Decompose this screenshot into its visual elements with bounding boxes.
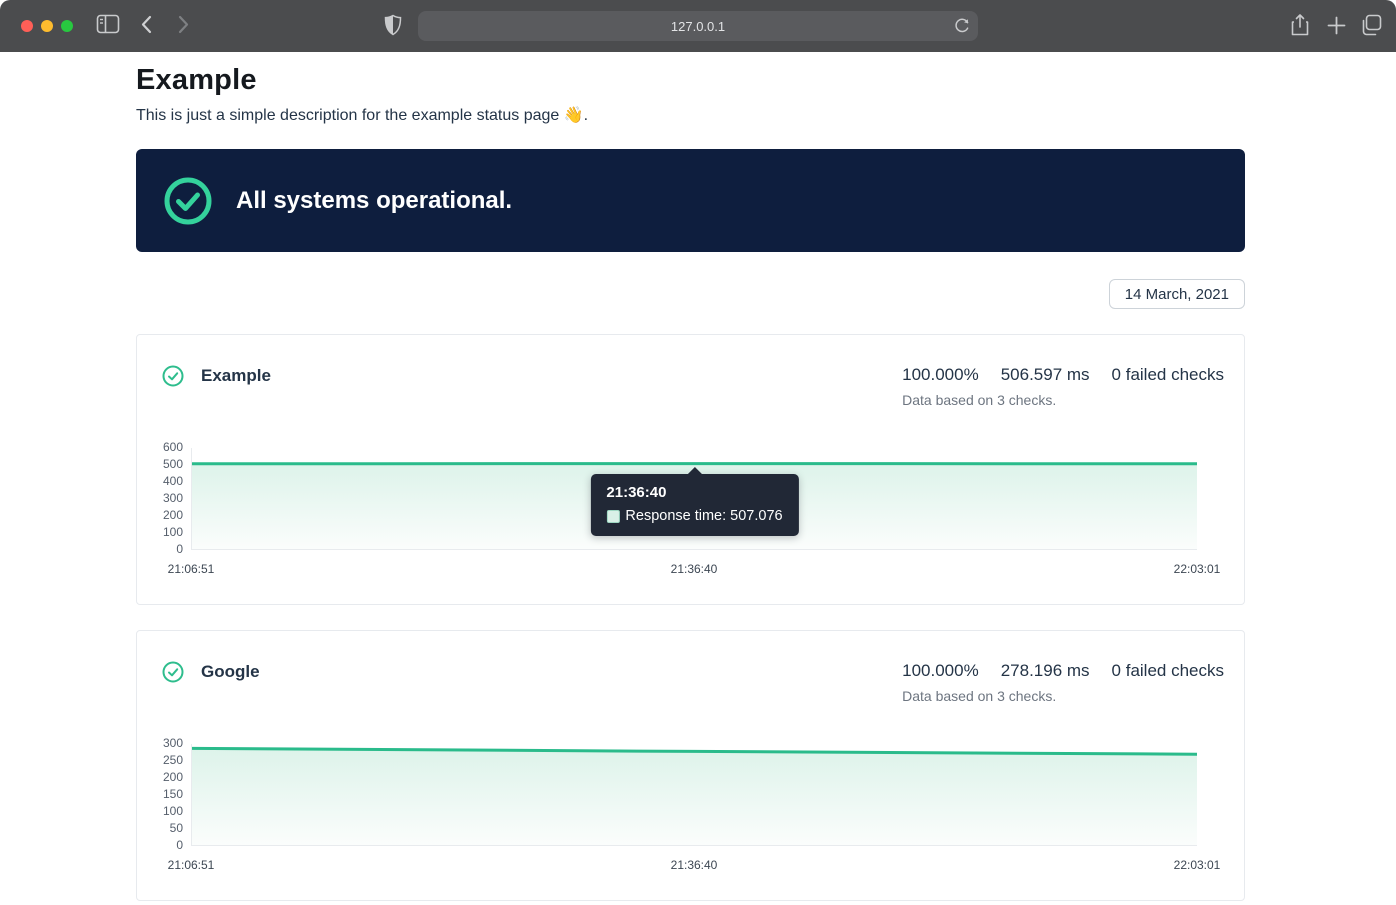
address-bar-url: 127.0.0.1	[671, 19, 725, 34]
chart-tooltip: 21:36:40 Response time: 507.076	[590, 474, 798, 536]
monitor-stats: 100.000% 506.597 ms 0 failed checks	[902, 365, 1224, 385]
chevron-left-icon	[140, 15, 152, 34]
checks-note: Data based on 3 checks.	[902, 688, 1224, 704]
status-banner-message: All systems operational.	[236, 187, 512, 215]
chart-plot-area[interactable]: 21:36:40 Response time: 507.076	[191, 448, 1197, 550]
forward-button[interactable]	[178, 15, 190, 34]
page-title: Example	[136, 64, 1245, 97]
failed-checks: 0 failed checks	[1112, 365, 1224, 385]
card-header: Google 100.000% 278.196 ms 0 failed chec…	[162, 661, 1224, 704]
share-icon	[1290, 13, 1310, 37]
chart-plot-area[interactable]	[191, 744, 1197, 846]
avg-response-time: 278.196 ms	[1001, 661, 1090, 681]
x-tick: 21:36:40	[671, 562, 718, 576]
avg-response-time: 506.597 ms	[1001, 365, 1090, 385]
tabs-icon	[1360, 14, 1382, 36]
chevron-right-icon	[178, 15, 190, 34]
x-tick: 22:03:01	[1174, 858, 1221, 872]
window-zoom-button[interactable]	[61, 20, 73, 32]
sidebar-toggle-button[interactable]	[96, 14, 120, 34]
monitor-name: Example	[201, 366, 271, 386]
address-bar[interactable]: 127.0.0.1	[418, 11, 978, 41]
tooltip-value: Response time: 507.076	[625, 508, 782, 524]
check-circle-icon	[162, 661, 184, 683]
reload-button[interactable]	[954, 17, 970, 35]
window-close-button[interactable]	[21, 20, 33, 32]
monitor-card-google: Google 100.000% 278.196 ms 0 failed chec…	[136, 630, 1245, 901]
tooltip-time: 21:36:40	[606, 484, 782, 501]
checks-note: Data based on 3 checks.	[902, 392, 1224, 408]
window-controls	[21, 20, 73, 32]
sidebar-icon	[96, 14, 120, 34]
status-page: Example This is just a simple descriptio…	[136, 64, 1245, 901]
monitor-card-example: Example 100.000% 506.597 ms 0 failed che…	[136, 334, 1245, 605]
plus-icon	[1327, 16, 1346, 35]
date-picker-button[interactable]: 14 March, 2021	[1109, 279, 1245, 309]
tooltip-caret-icon	[687, 467, 703, 475]
privacy-report-button[interactable]	[384, 14, 402, 36]
response-time-chart: 6005004003002001000 21:36:40 Response ti…	[162, 448, 1224, 576]
window-minimize-button[interactable]	[41, 20, 53, 32]
tab-overview-button[interactable]	[1360, 14, 1382, 36]
x-tick: 21:06:51	[168, 562, 215, 576]
share-button[interactable]	[1290, 13, 1310, 37]
x-axis-labels: 21:06:51 21:36:40 22:03:01	[191, 562, 1197, 576]
reload-icon	[954, 17, 970, 35]
uptime-percent: 100.000%	[902, 365, 979, 385]
back-button[interactable]	[140, 15, 152, 34]
x-tick: 21:06:51	[168, 858, 215, 872]
x-tick: 21:36:40	[671, 858, 718, 872]
card-header: Example 100.000% 506.597 ms 0 failed che…	[162, 365, 1224, 408]
date-row: 14 March, 2021	[136, 279, 1245, 309]
series-swatch-icon	[606, 510, 619, 523]
check-circle-icon	[164, 177, 212, 225]
x-axis-labels: 21:06:51 21:36:40 22:03:01	[191, 858, 1197, 872]
monitor-stats: 100.000% 278.196 ms 0 failed checks	[902, 661, 1224, 681]
shield-icon	[384, 14, 402, 36]
y-axis-labels: 300250200150100500	[162, 737, 191, 852]
area-series	[192, 744, 1197, 845]
uptime-percent: 100.000%	[902, 661, 979, 681]
check-circle-icon	[162, 365, 184, 387]
failed-checks: 0 failed checks	[1112, 661, 1224, 681]
monitor-name: Google	[201, 662, 260, 682]
y-axis-labels: 6005004003002001000	[162, 441, 191, 556]
x-tick: 22:03:01	[1174, 562, 1221, 576]
response-time-chart: 300250200150100500 21:06:51 21:36:40 22:…	[162, 744, 1224, 872]
browser-toolbar: 127.0.0.1	[0, 0, 1396, 52]
new-tab-button[interactable]	[1327, 16, 1346, 35]
page-description: This is just a simple description for th…	[136, 105, 1245, 125]
status-banner: All systems operational.	[136, 149, 1245, 252]
